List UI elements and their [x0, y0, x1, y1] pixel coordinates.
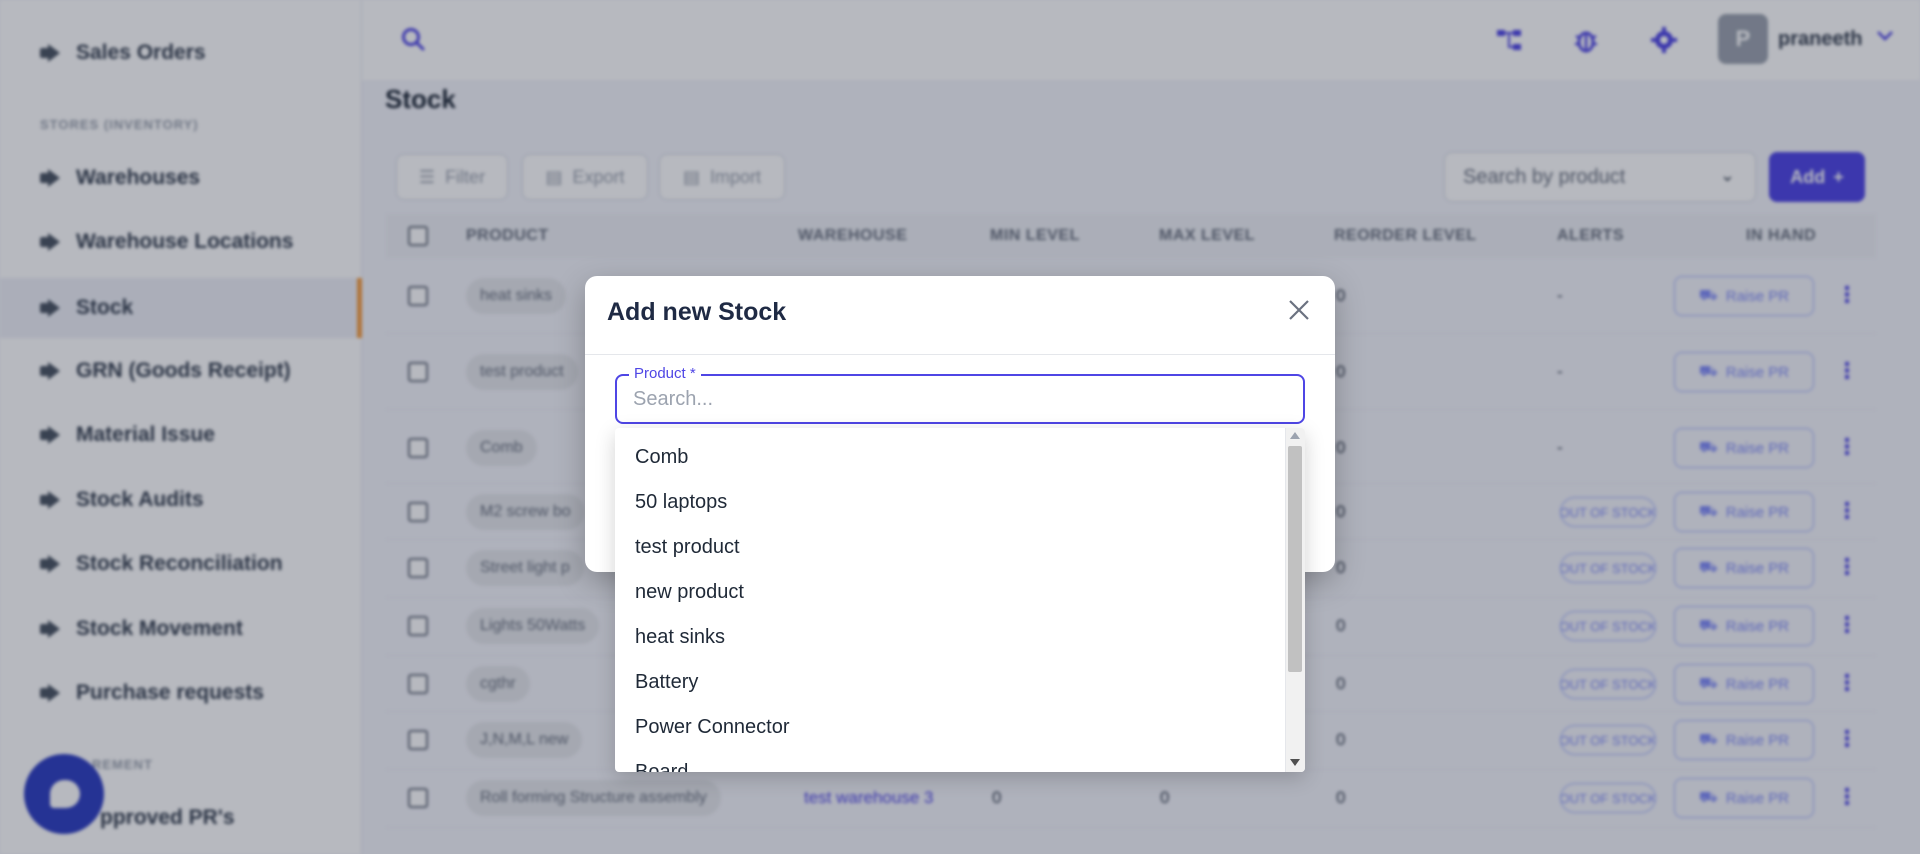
- list-item[interactable]: test product: [635, 536, 740, 559]
- list-item[interactable]: new product: [635, 581, 744, 604]
- list-item[interactable]: heat sinks: [635, 626, 725, 649]
- list-item[interactable]: Power Connector: [635, 716, 790, 739]
- list-item[interactable]: Battery: [635, 671, 698, 694]
- close-button[interactable]: [1283, 294, 1315, 326]
- product-search-input[interactable]: [633, 388, 1283, 411]
- dialog-title: Add new Stock: [607, 298, 787, 326]
- scroll-up-arrow-icon[interactable]: [1290, 432, 1300, 439]
- scrollbar-thumb[interactable]: [1288, 446, 1302, 672]
- list-item[interactable]: 50 laptops: [635, 491, 727, 514]
- product-field: Product *: [615, 365, 1305, 424]
- close-icon: [1289, 300, 1309, 320]
- list-item[interactable]: Board: [635, 761, 688, 772]
- list-item[interactable]: Comb: [635, 446, 688, 469]
- scroll-down-arrow-icon[interactable]: [1290, 759, 1300, 766]
- product-options-list: Comb 50 laptops test product new product…: [615, 428, 1305, 772]
- product-field-label: Product *: [629, 365, 701, 382]
- dialog-divider: [585, 354, 1335, 355]
- scrollbar[interactable]: [1285, 428, 1305, 772]
